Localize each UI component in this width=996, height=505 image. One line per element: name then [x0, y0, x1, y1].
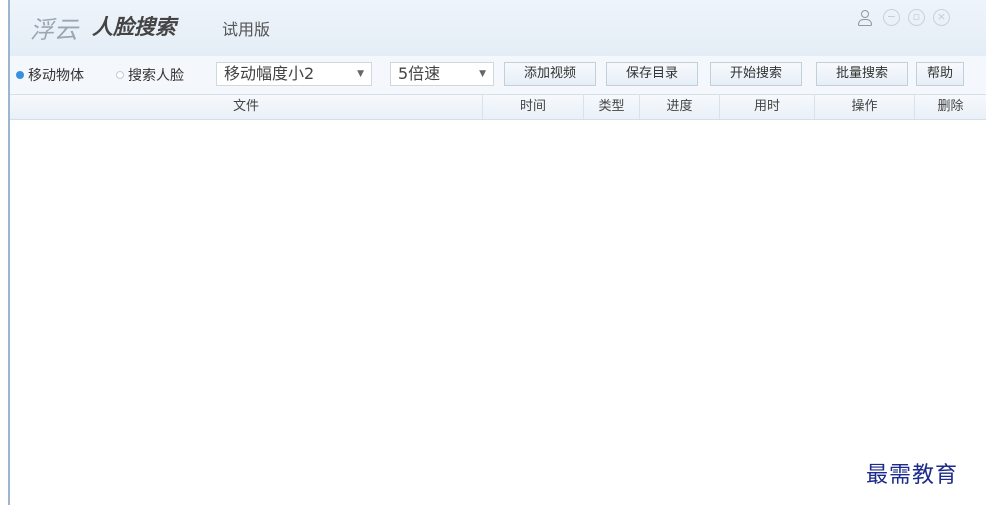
- dropdown-arrow-icon: ▼: [479, 69, 486, 79]
- select-value: 5倍速: [398, 64, 441, 83]
- column-header-time[interactable]: 时间: [483, 95, 584, 119]
- mode-radio-moving-object[interactable]: 移动物体: [16, 66, 84, 84]
- playback-speed-select[interactable]: 5倍速 ▼: [390, 62, 494, 86]
- brand-logo-text: 浮云: [30, 16, 78, 44]
- select-value: 移动幅度小2: [224, 64, 315, 83]
- add-video-button[interactable]: 添加视频: [504, 62, 596, 86]
- start-search-button[interactable]: 开始搜索: [710, 62, 802, 86]
- batch-search-button[interactable]: 批量搜索: [816, 62, 908, 86]
- save-directory-button[interactable]: 保存目录: [606, 62, 698, 86]
- radio-selected-icon: [16, 71, 24, 79]
- column-header-delete[interactable]: 删除: [915, 95, 986, 119]
- dropdown-arrow-icon: ▼: [357, 69, 364, 79]
- radio-unselected-icon: [116, 71, 124, 79]
- toolbar: 移动物体 搜索人脸 移动幅度小2 ▼ 5倍速 ▼ 添加视频 保存目录 开始搜索 …: [10, 56, 986, 94]
- radio-label: 移动物体: [28, 68, 84, 84]
- table-header: 文件 时间 类型 进度 用时 操作 删除: [10, 94, 986, 120]
- title-bar: 浮云 人脸搜索 试用版 − ▫ ×: [10, 0, 986, 57]
- app-window: 浮云 人脸搜索 试用版 − ▫ × 移动物体 搜索人脸 移动幅度小2 ▼ 5倍速…: [8, 0, 986, 505]
- column-header-action[interactable]: 操作: [815, 95, 915, 119]
- column-header-type[interactable]: 类型: [584, 95, 640, 119]
- maximize-icon[interactable]: ▫: [908, 9, 925, 26]
- column-header-progress[interactable]: 进度: [640, 95, 720, 119]
- column-header-file[interactable]: 文件: [10, 95, 483, 119]
- product-name: 人脸搜索: [92, 15, 176, 39]
- edition-label: 试用版: [222, 20, 271, 39]
- watermark-text: 最需教育: [866, 463, 959, 488]
- user-icon[interactable]: [857, 9, 873, 26]
- motion-sensitivity-select[interactable]: 移动幅度小2 ▼: [216, 62, 372, 86]
- radio-label: 搜索人脸: [128, 68, 184, 84]
- mode-radio-face-search[interactable]: 搜索人脸: [116, 66, 184, 84]
- close-icon[interactable]: ×: [933, 9, 950, 26]
- file-list-area[interactable]: [10, 120, 986, 505]
- column-header-duration[interactable]: 用时: [720, 95, 815, 119]
- help-button[interactable]: 帮助: [916, 62, 964, 86]
- minimize-icon[interactable]: −: [883, 9, 900, 26]
